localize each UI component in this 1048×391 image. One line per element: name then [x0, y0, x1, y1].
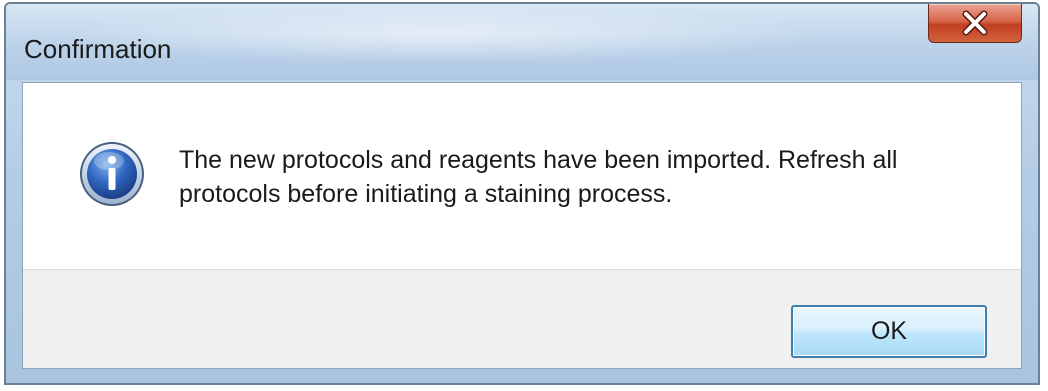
- close-icon: [962, 10, 988, 36]
- dialog-content: The new protocols and reagents have been…: [22, 82, 1022, 369]
- confirmation-dialog: Confirmation The new protocols and reage…: [4, 2, 1040, 385]
- ok-button[interactable]: OK: [791, 305, 987, 358]
- button-bar: OK: [23, 269, 1021, 368]
- message-text: The new protocols and reagents have been…: [179, 146, 898, 208]
- close-button[interactable]: [928, 4, 1022, 43]
- message-area: The new protocols and reagents have been…: [23, 83, 1021, 269]
- information-icon: [80, 142, 144, 206]
- window-title: Confirmation: [24, 34, 172, 64]
- title-bar[interactable]: Confirmation: [6, 4, 1038, 80]
